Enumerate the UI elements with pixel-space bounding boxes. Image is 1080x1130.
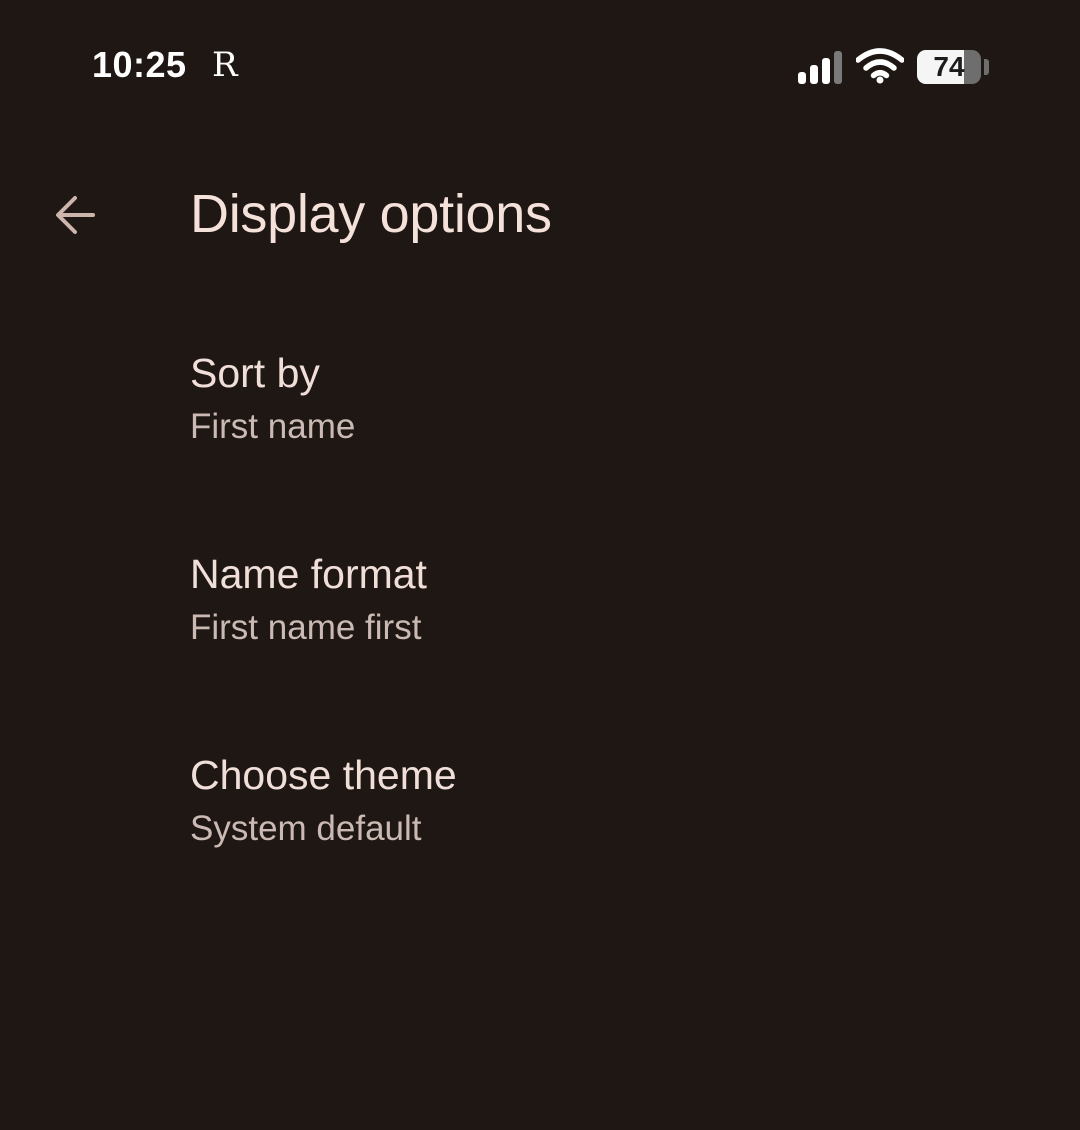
page-title: Display options (190, 184, 552, 244)
option-value: First name (190, 407, 356, 446)
option-value: First name first (190, 608, 422, 647)
carrier-r-icon: R (212, 45, 238, 85)
battery-icon: 74 (917, 50, 981, 84)
option-title: Name format (190, 551, 427, 597)
battery-label: 74 (933, 51, 965, 82)
options-list: Sort by First name Name format First nam… (0, 320, 1080, 923)
option-sort-by[interactable]: Sort by First name (0, 320, 1080, 521)
option-name-format[interactable]: Name format First name first (0, 521, 1080, 722)
back-button[interactable] (40, 180, 110, 250)
option-title: Choose theme (190, 752, 457, 798)
status-bar: 10:25 R 74 (0, 0, 1080, 130)
signal-icon (798, 51, 842, 84)
option-value: System default (190, 809, 422, 848)
option-title: Sort by (190, 350, 320, 396)
option-choose-theme[interactable]: Choose theme System default (0, 722, 1080, 923)
wifi-icon (856, 48, 904, 84)
arrow-back-icon (56, 196, 95, 234)
battery-tip (984, 59, 989, 75)
status-time: 10:25 (92, 44, 187, 85)
